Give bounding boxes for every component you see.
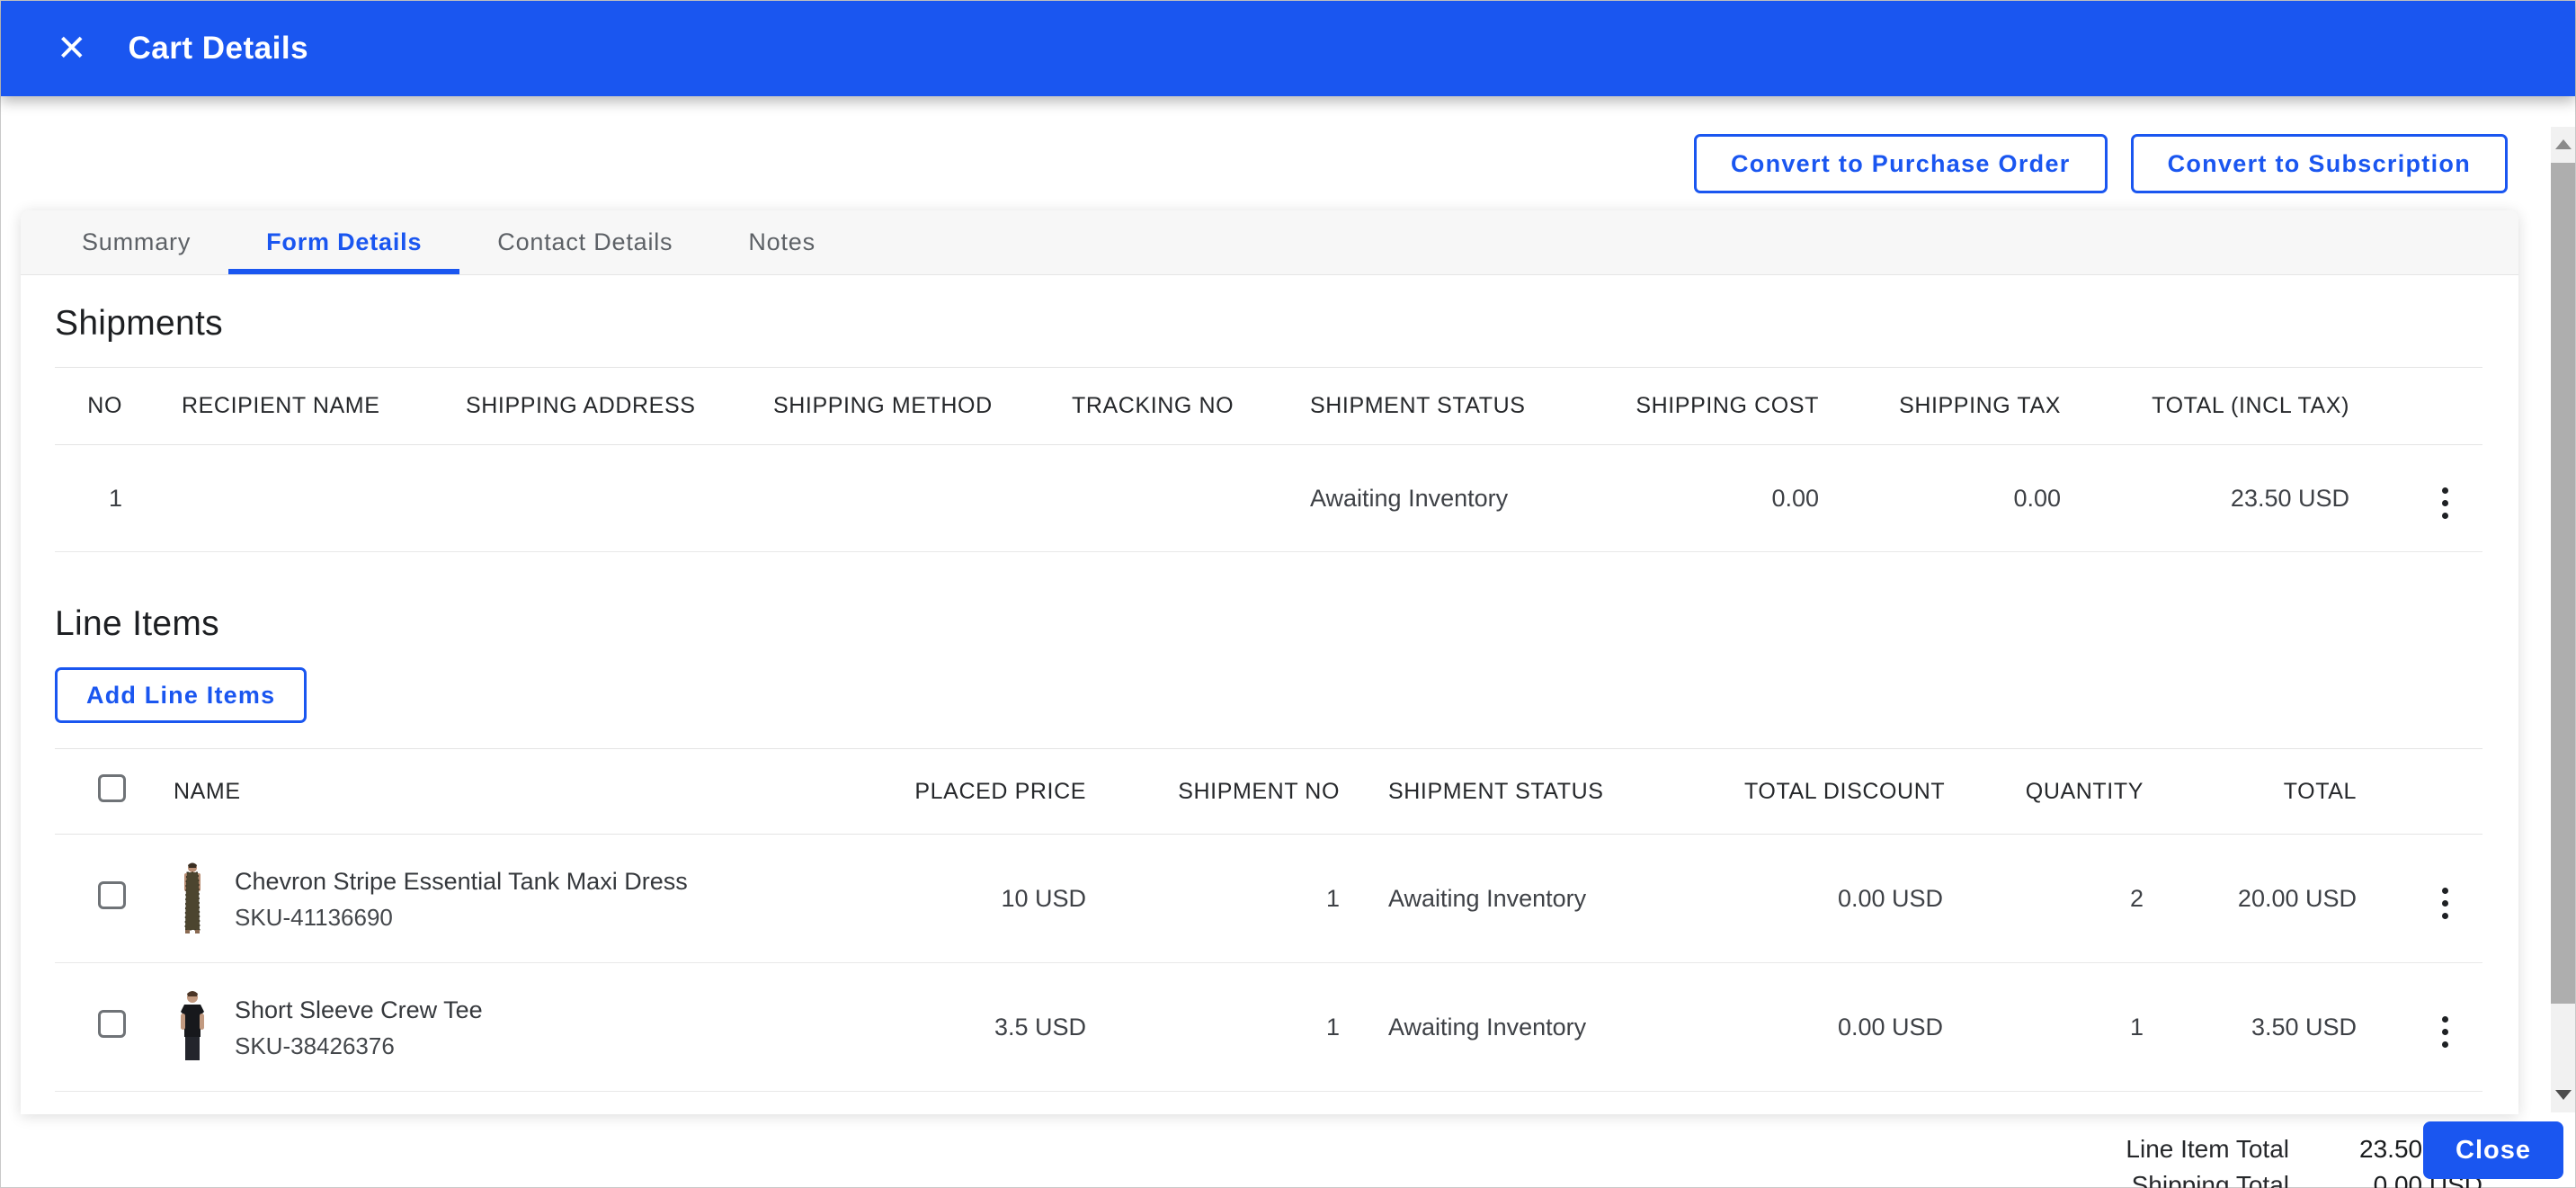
line-item-total-discount: 0.00 USD bbox=[1744, 962, 1943, 1092]
page-title: Cart Details bbox=[128, 31, 309, 66]
col-total-discount: TOTAL DISCOUNT bbox=[1744, 748, 1945, 835]
line-item-row: Short Sleeve Crew Tee SKU-38426376 3.5 U… bbox=[55, 962, 2482, 1092]
scroll-down-icon[interactable] bbox=[2554, 1090, 2572, 1100]
col-tracking-no: TRACKING NO bbox=[1072, 367, 1310, 445]
col-recipient-name: RECIPIENT NAME bbox=[122, 367, 466, 445]
col-name: NAME bbox=[174, 748, 803, 835]
col-placed-price: PLACED PRICE bbox=[803, 748, 1086, 835]
tab-notes[interactable]: Notes bbox=[710, 210, 853, 274]
line-item-total: 3.50 USD bbox=[2144, 962, 2357, 1092]
totals-summary: Line Item Total 23.50 USD Shipping Total… bbox=[55, 1131, 2482, 1188]
line-item-placed-price: 10 USD bbox=[803, 834, 1086, 963]
convert-to-subscription-button[interactable]: Convert to Subscription bbox=[2130, 134, 2508, 193]
close-icon[interactable]: ✕ bbox=[57, 31, 87, 67]
col-no: NO bbox=[55, 367, 122, 445]
col-shipping-tax: SHIPPING TAX bbox=[1819, 367, 2061, 445]
col-total: TOTAL bbox=[2144, 748, 2357, 835]
scrollbar-thumb[interactable] bbox=[2551, 163, 2575, 1004]
line-item-name[interactable]: Short Sleeve Crew Tee bbox=[235, 992, 483, 1030]
tab-bar: Summary Form Details Contact Details Not… bbox=[21, 210, 2518, 275]
shipment-no: 1 bbox=[55, 444, 122, 552]
col-shipping-method: SHIPPING METHOD bbox=[773, 367, 1072, 445]
line-item-shipment-status: Awaiting Inventory bbox=[1340, 962, 1744, 1092]
shipment-shipping-cost: 0.00 bbox=[1594, 444, 1819, 552]
col-quantity: QUANTITY bbox=[1943, 748, 2144, 835]
line-item-shipment-status: Awaiting Inventory bbox=[1340, 834, 1744, 963]
col-shipment-no: SHIPMENT NO bbox=[1086, 748, 1340, 835]
vertical-scrollbar[interactable] bbox=[2551, 127, 2575, 1112]
tab-contact-details[interactable]: Contact Details bbox=[459, 210, 710, 274]
line-item-row-menu-icon[interactable] bbox=[2433, 1011, 2457, 1053]
line-item-shipment-no: 1 bbox=[1086, 962, 1340, 1092]
header-actions: Convert to Purchase Order Convert to Sub… bbox=[1693, 134, 2508, 193]
line-items-table: NAME PLACED PRICE SHIPMENT NO SHIPMENT S… bbox=[55, 748, 2482, 1092]
shipment-row: 1 Awaiting Inventory 0.00 0.00 23.50 USD bbox=[55, 444, 2482, 552]
line-item-name[interactable]: Chevron Stripe Essential Tank Maxi Dress bbox=[235, 863, 688, 901]
cart-details-card: Summary Form Details Contact Details Not… bbox=[21, 210, 2518, 1188]
line-items-header-row: NAME PLACED PRICE SHIPMENT NO SHIPMENT S… bbox=[55, 748, 2482, 835]
line-items-section-title: Line Items bbox=[55, 604, 219, 643]
add-line-items-button[interactable]: Add Line Items bbox=[55, 667, 308, 723]
line-item-quantity: 1 bbox=[1943, 962, 2144, 1092]
convert-to-purchase-order-button[interactable]: Convert to Purchase Order bbox=[1693, 134, 2108, 193]
col-shipping-address: SHIPPING ADDRESS bbox=[466, 367, 773, 445]
product-image-maxi-dress bbox=[184, 862, 201, 933]
col-total-incl-tax: TOTAL (INCL TAX) bbox=[2061, 367, 2349, 445]
row-checkbox[interactable] bbox=[98, 1010, 126, 1038]
shipment-total-incl-tax: 23.50 USD bbox=[2061, 444, 2349, 552]
line-item-row: Chevron Stripe Essential Tank Maxi Dress… bbox=[55, 834, 2482, 963]
line-item-total: 20.00 USD bbox=[2144, 834, 2357, 963]
close-button[interactable]: Close bbox=[2423, 1121, 2563, 1179]
line-item-row-menu-icon[interactable] bbox=[2433, 882, 2457, 924]
col-shipping-cost: SHIPPING COST bbox=[1594, 367, 1819, 445]
shipment-shipping-method bbox=[773, 444, 1072, 552]
line-item-shipment-no: 1 bbox=[1086, 834, 1340, 963]
row-checkbox[interactable] bbox=[98, 881, 126, 909]
select-all-checkbox[interactable] bbox=[98, 774, 126, 802]
shipment-shipping-address bbox=[466, 444, 773, 552]
shipment-tracking-no bbox=[1072, 444, 1310, 552]
shipments-header-row: NO RECIPIENT NAME SHIPPING ADDRESS SHIPP… bbox=[55, 367, 2482, 445]
shipment-status: Awaiting Inventory bbox=[1310, 444, 1594, 552]
line-item-total-discount: 0.00 USD bbox=[1744, 834, 1943, 963]
line-item-sku: SKU-38426376 bbox=[235, 1032, 395, 1059]
tab-form-details[interactable]: Form Details bbox=[228, 210, 460, 274]
shipment-recipient-name bbox=[122, 444, 466, 552]
modal-header: ✕ Cart Details bbox=[1, 1, 2575, 96]
shipment-shipping-tax: 0.00 bbox=[1819, 444, 2061, 552]
col-shipment-status: SHIPMENT STATUS bbox=[1310, 367, 1594, 445]
shipping-total-label: Shipping Total bbox=[2131, 1171, 2289, 1188]
shipment-row-menu-icon[interactable] bbox=[2433, 482, 2457, 524]
product-image-crew-tee bbox=[181, 991, 204, 1060]
shipments-table: NO RECIPIENT NAME SHIPPING ADDRESS SHIPP… bbox=[55, 367, 2482, 552]
shipments-section-title: Shipments bbox=[55, 304, 223, 343]
line-item-sku: SKU-41136690 bbox=[235, 903, 393, 931]
tab-summary[interactable]: Summary bbox=[44, 210, 228, 274]
line-item-placed-price: 3.5 USD bbox=[803, 962, 1086, 1092]
scroll-up-icon[interactable] bbox=[2554, 139, 2572, 149]
line-item-total-label: Line Item Total bbox=[2126, 1135, 2289, 1163]
line-item-quantity: 2 bbox=[1943, 834, 2144, 963]
col-shipment-status: SHIPMENT STATUS bbox=[1340, 748, 1744, 835]
